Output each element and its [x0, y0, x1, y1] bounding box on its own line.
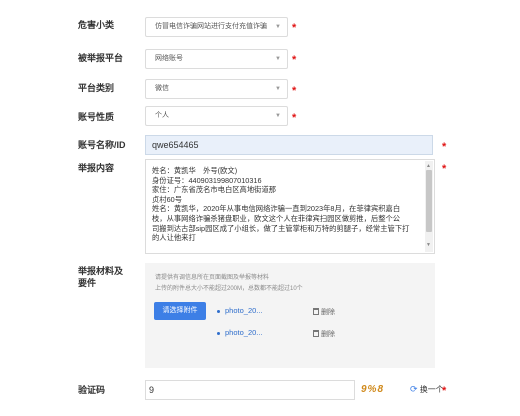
refresh-icon: ⟳ [410, 384, 418, 394]
platform-type-select[interactable]: 微信 ▼ [145, 79, 288, 99]
content-line: 的人让他来打 [152, 233, 196, 243]
refresh-captcha-link[interactable]: ⟳ 换一个 [410, 384, 444, 395]
select-attachment-button[interactable]: 请选择附件 [154, 302, 206, 320]
content-line: 姓名：黄凯华，2020年从事电信网络诈骗一直到2023年8月，在菲律宾积嘉白 [152, 204, 401, 214]
captcha-image[interactable]: 9%8 [361, 382, 405, 397]
chevron-down-icon: ▼ [275, 56, 281, 62]
platform-label: 被举报平台 [78, 53, 124, 63]
trash-icon [313, 308, 319, 315]
account-nature-value: 个人 [155, 112, 169, 119]
content-textarea[interactable]: 姓名：黄凯华 外号(欧文) 身份证号：440903199807010316 家住… [145, 159, 435, 254]
required-mark: * [292, 54, 297, 66]
textarea-scrollbar[interactable]: ▲ ▼ [425, 161, 433, 252]
account-nature-label: 账号性质 [78, 112, 115, 122]
required-mark: * [292, 112, 297, 124]
platform-value: 网络账号 [155, 55, 183, 62]
required-mark: * [292, 22, 297, 34]
delete-attachment-button[interactable]: 删除 [313, 307, 335, 317]
content-label: 举报内容 [78, 163, 115, 173]
attachment-file[interactable]: photo_20... [225, 306, 263, 315]
content-line: 枝，从事网络诈骗杀猪盘职业，欧文这个人在菲律宾扫园区做剪推，后整个公 [152, 213, 401, 223]
content-line: 家住：广东省茂名市电白区高地街道那 [152, 185, 277, 195]
category-label: 危害小类 [78, 20, 115, 30]
platform-type-label: 平台类别 [78, 83, 115, 93]
category-value: 仿冒电信诈骗网站进行支付充值诈骗 [155, 23, 267, 30]
required-mark: * [292, 85, 297, 97]
content-line: 司搬到达古部sip园区成了小组长，做了主管掌柜和万特的剪腿子，经常主管下打 [152, 223, 410, 233]
scrollbar-thumb[interactable] [426, 170, 432, 232]
platform-select[interactable]: 网络账号 ▼ [145, 49, 288, 69]
content-line: 贞村60号 [152, 194, 183, 204]
chevron-down-icon: ▼ [275, 86, 281, 92]
bullet-icon [217, 332, 220, 335]
delete-attachment-button[interactable]: 删除 [313, 329, 335, 339]
chevron-down-icon: ▼ [275, 24, 281, 30]
attachments-label-line1: 举报材料及 [78, 266, 124, 276]
required-mark: * [442, 141, 447, 153]
upload-limit-hint: 上传的附件总大小不能超过200M，总数都不能超过10个 [155, 286, 303, 292]
captcha-text: 9%8 [361, 384, 385, 395]
captcha-input[interactable]: 9 [145, 380, 355, 400]
chevron-down-icon: ▼ [275, 113, 281, 119]
content-line: 姓名：黄凯华 外号(欧文) [152, 166, 238, 175]
delete-label: 删除 [321, 309, 335, 316]
content-line: 身份证号：440903199807010316 [152, 175, 262, 185]
required-mark: * [442, 385, 447, 397]
captcha-label: 验证码 [78, 385, 106, 395]
upload-area: 请提供有调信息所在页面截图及举报等材料 上传的附件总大小不能超过200M，总数都… [145, 263, 435, 368]
refresh-label: 换一个 [419, 385, 444, 394]
attachment-file[interactable]: photo_20... [225, 328, 263, 337]
account-name-input[interactable]: qwe654465 [145, 135, 433, 155]
account-name-label: 账号名称/ID [78, 140, 126, 150]
account-nature-select[interactable]: 个人 ▼ [145, 106, 288, 126]
trash-icon [313, 330, 319, 337]
attachments-label-line2: 要件 [78, 278, 97, 288]
bullet-icon [217, 310, 220, 313]
category-select[interactable]: 仿冒电信诈骗网站进行支付充值诈骗 ▼ [145, 17, 288, 37]
scroll-down-icon[interactable]: ▼ [426, 241, 431, 251]
upload-hint: 请提供有调信息所在页面截图及举报等材料 [155, 275, 270, 281]
platform-type-value: 微信 [155, 85, 169, 92]
required-mark: * [442, 163, 447, 175]
delete-label: 删除 [321, 331, 335, 338]
